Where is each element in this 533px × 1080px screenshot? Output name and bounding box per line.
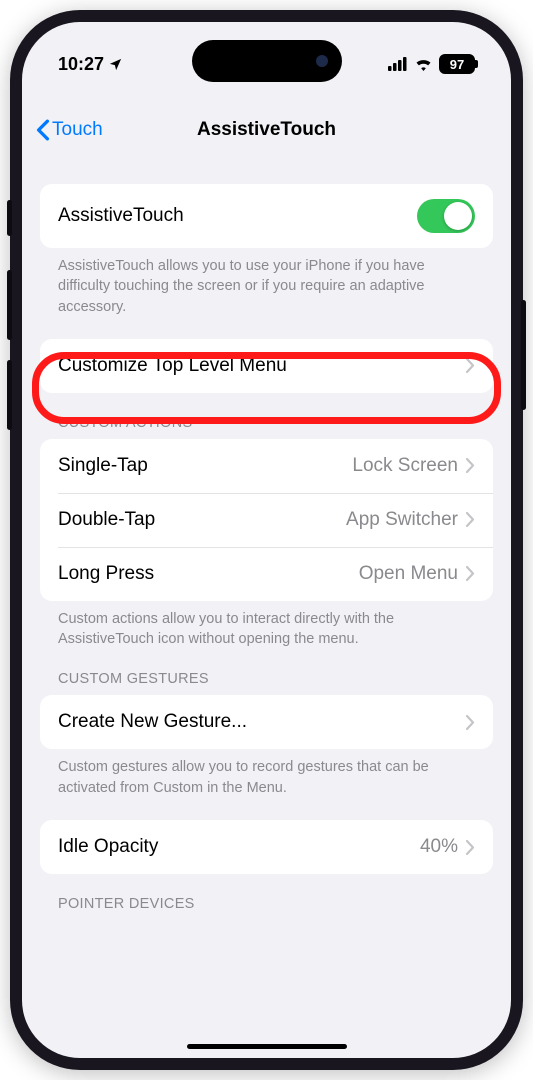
customize-top-level-menu-row[interactable]: Customize Top Level Menu: [40, 339, 493, 393]
phone-frame: 10:27 97 Touch AssistiveTouch: [10, 10, 523, 1070]
location-icon: [108, 57, 123, 72]
row-label: Idle Opacity: [58, 836, 158, 858]
chevron-right-icon: [466, 458, 475, 473]
chevron-right-icon: [466, 715, 475, 730]
row-value: Lock Screen: [352, 455, 458, 477]
chevron-right-icon: [466, 566, 475, 581]
screen: 10:27 97 Touch AssistiveTouch: [22, 22, 511, 1058]
home-indicator[interactable]: [187, 1044, 347, 1050]
assistivetouch-toggle-row[interactable]: AssistiveTouch: [40, 184, 493, 248]
chevron-right-icon: [466, 840, 475, 855]
chevron-right-icon: [466, 358, 475, 373]
volume-up-button: [7, 270, 12, 340]
wifi-icon: [414, 57, 433, 71]
row-label: Long Press: [58, 563, 154, 585]
volume-down-button: [7, 360, 12, 430]
power-button: [521, 300, 526, 410]
toggle-switch-on[interactable]: [417, 199, 475, 233]
toggle-label: AssistiveTouch: [58, 205, 184, 227]
content: AssistiveTouch AssistiveTouch allows you…: [22, 172, 511, 1058]
custom-gestures-footer: Custom gestures allow you to record gest…: [40, 749, 493, 798]
row-value: Open Menu: [359, 563, 458, 585]
status-time: 10:27: [58, 54, 104, 75]
assistivetouch-desc: AssistiveTouch allows you to use your iP…: [40, 248, 493, 317]
long-press-row[interactable]: Long Press Open Menu: [40, 547, 493, 601]
custom-actions-header: CUSTOM ACTIONS: [40, 415, 493, 439]
cellular-icon: [388, 57, 408, 71]
row-label: Create New Gesture...: [58, 711, 247, 733]
chevron-right-icon: [466, 512, 475, 527]
back-button[interactable]: Touch: [36, 119, 103, 141]
row-value: App Switcher: [346, 509, 458, 531]
create-gesture-row[interactable]: Create New Gesture...: [40, 695, 493, 749]
idle-opacity-row[interactable]: Idle Opacity 40%: [40, 820, 493, 874]
side-button: [7, 200, 12, 236]
battery-indicator: 97: [439, 54, 475, 74]
double-tap-row[interactable]: Double-Tap App Switcher: [40, 493, 493, 547]
custom-actions-footer: Custom actions allow you to interact dir…: [40, 601, 493, 650]
pointer-devices-header: POINTER DEVICES: [40, 896, 493, 920]
row-value: 40%: [420, 836, 458, 858]
row-label: Customize Top Level Menu: [58, 355, 287, 377]
row-label: Single-Tap: [58, 455, 148, 477]
single-tap-row[interactable]: Single-Tap Lock Screen: [40, 439, 493, 493]
custom-gestures-header: CUSTOM GESTURES: [40, 671, 493, 695]
nav-bar: Touch AssistiveTouch: [22, 102, 511, 158]
row-label: Double-Tap: [58, 509, 155, 531]
dynamic-island: [192, 40, 342, 82]
back-label: Touch: [52, 119, 103, 141]
